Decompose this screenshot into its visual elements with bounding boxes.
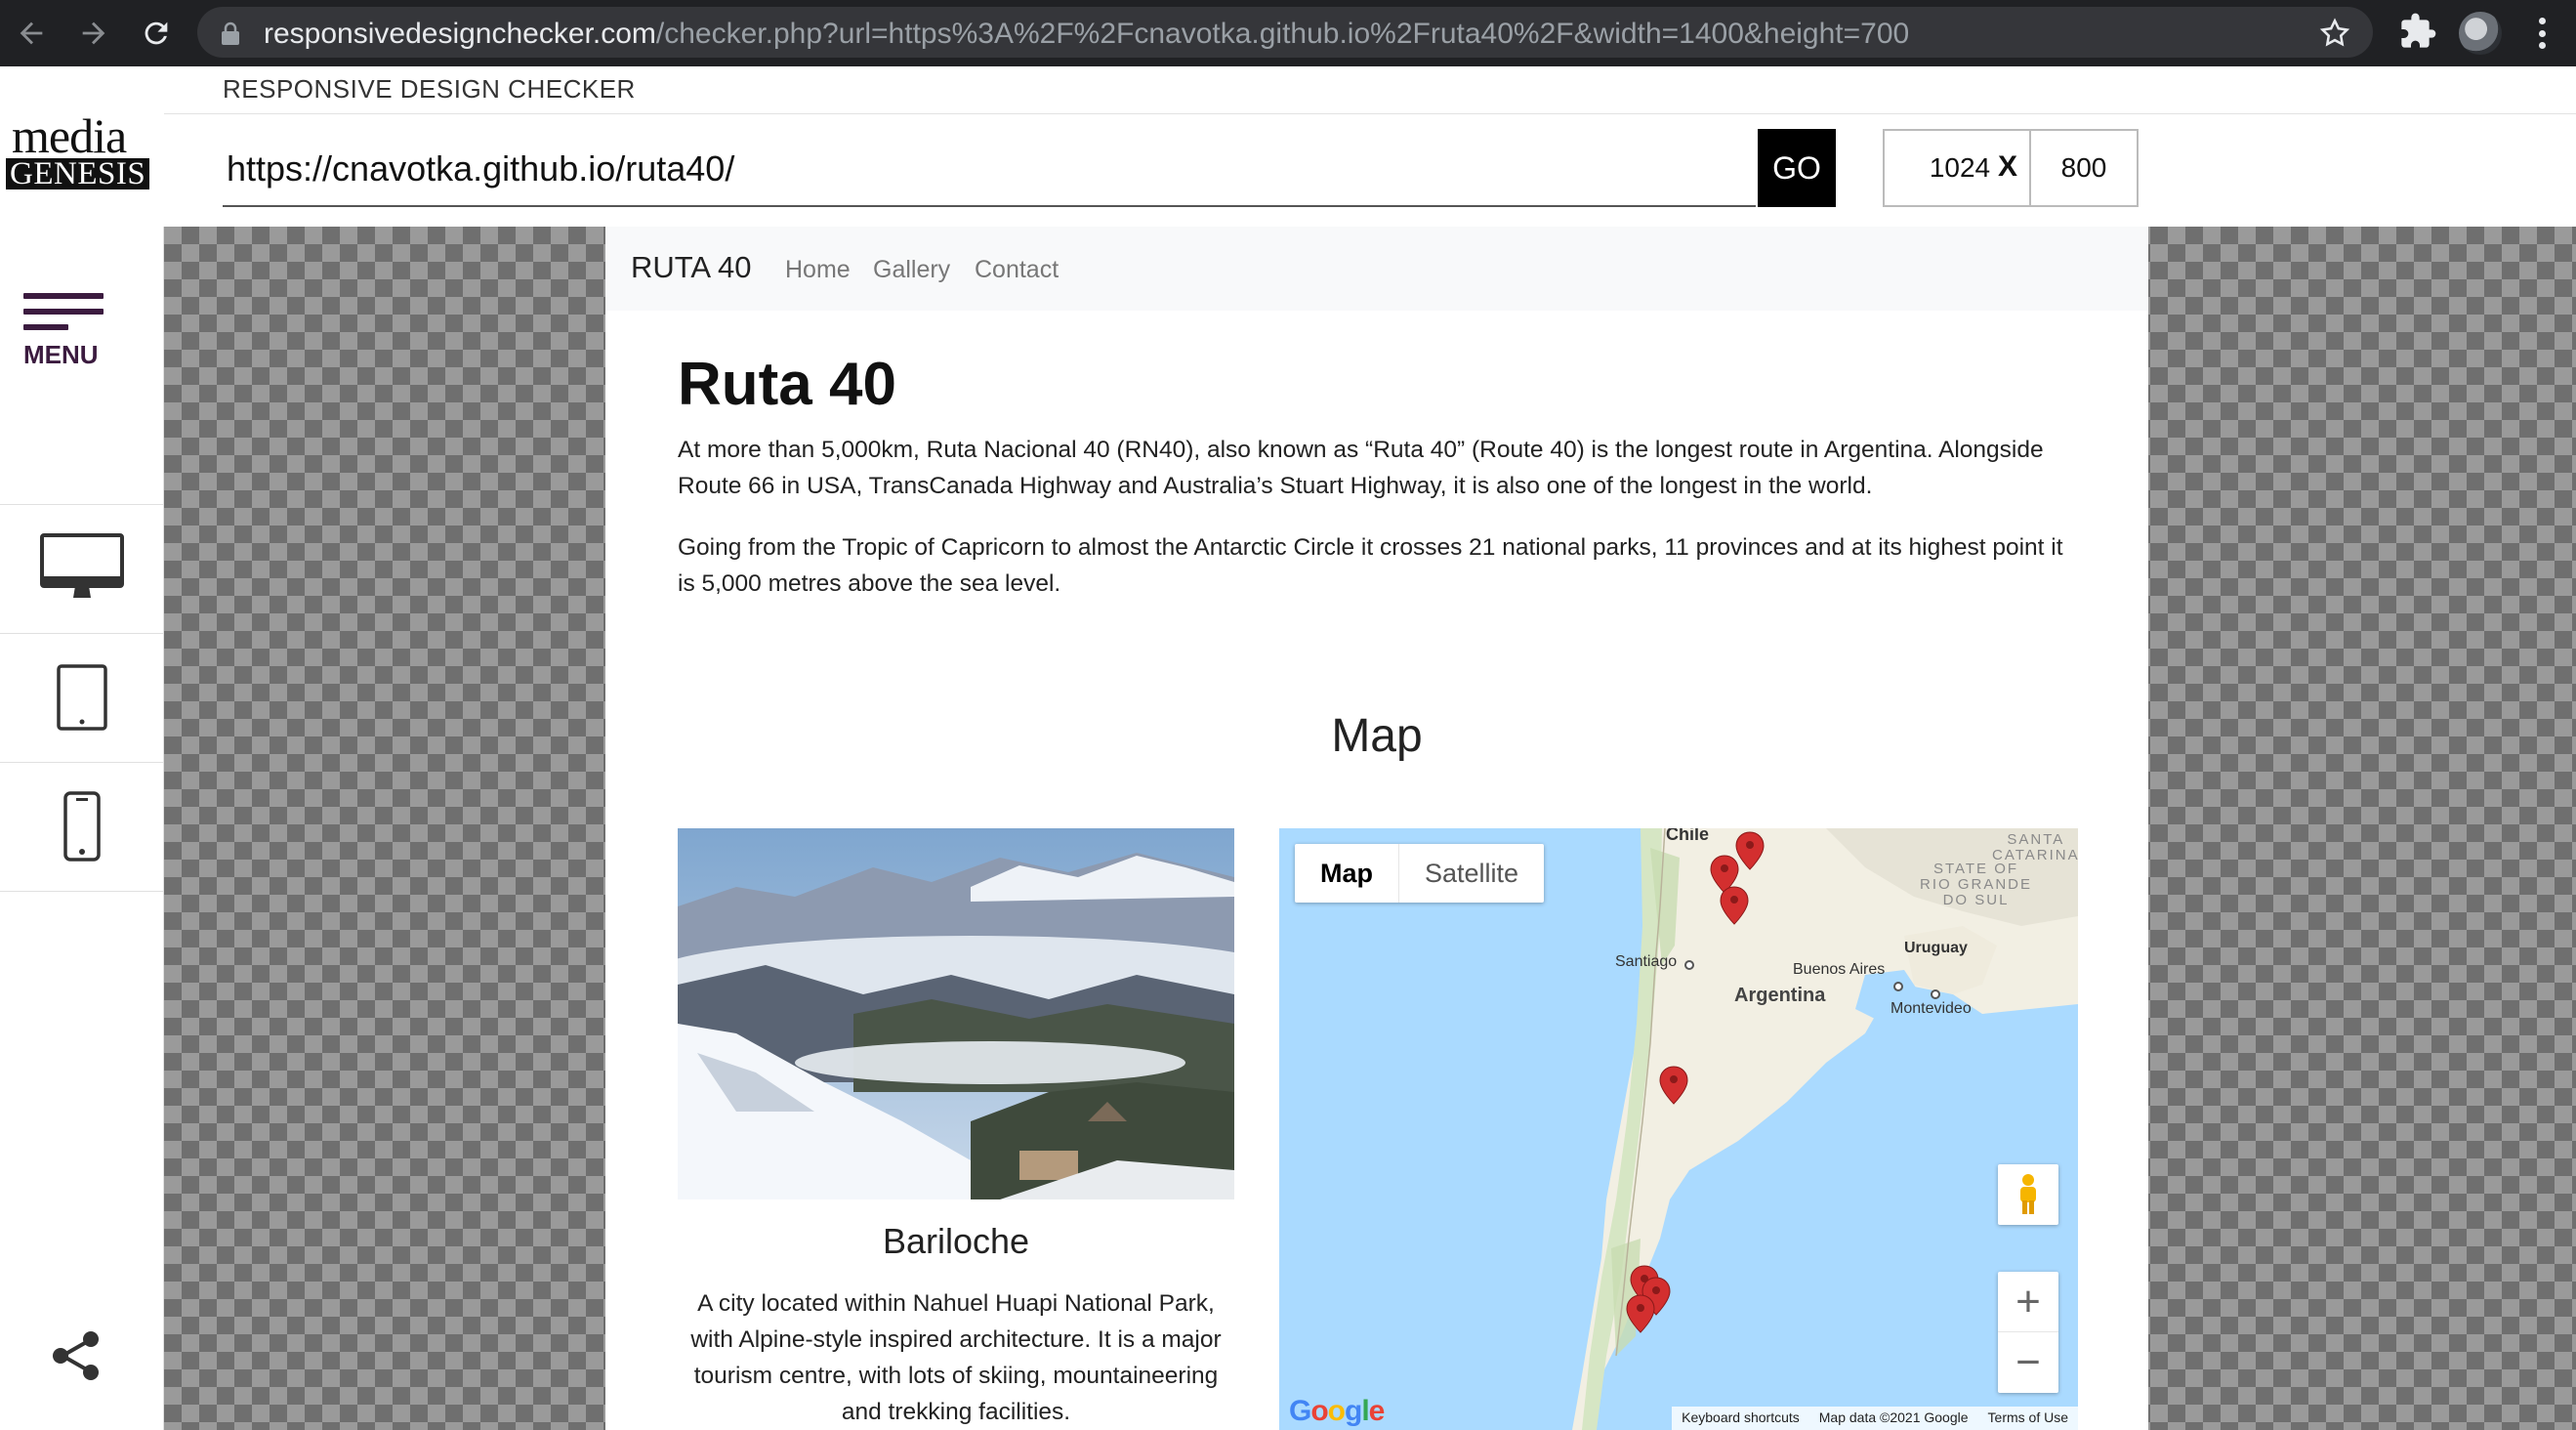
map-footer: Keyboard shortcuts Map data ©2021 Google…	[1672, 1407, 2078, 1430]
reload-icon	[145, 21, 168, 45]
map-label-santa-catarina: SANTA CATARINA	[1992, 831, 2078, 863]
site-navbar: RUTA 40 Home Gallery Contact	[605, 227, 2148, 311]
tablet-device-button[interactable]	[0, 633, 164, 761]
google-logo[interactable]: Google	[1289, 1395, 1385, 1428]
map-section-heading: Map	[1331, 710, 1423, 762]
zoom-control: + −	[1998, 1272, 2058, 1393]
page-title: Ruta 40	[678, 351, 896, 418]
media-genesis-logo[interactable]: media GENESIS	[6, 111, 150, 190]
checker-title: RESPONSIVE DESIGN CHECKER	[223, 74, 636, 104]
lock-icon	[222, 21, 239, 45]
back-button[interactable]	[8, 10, 55, 57]
arrow-right-icon	[82, 21, 105, 45]
address-bar[interactable]: responsivedesignchecker.com/checker.php?…	[197, 7, 2373, 58]
bookmark-star-icon[interactable]	[2318, 17, 2351, 50]
keyboard-shortcuts-link[interactable]: Keyboard shortcuts	[1672, 1407, 1809, 1430]
browser-toolbar: responsivedesignchecker.com/checker.php?…	[0, 0, 2576, 66]
header-divider	[164, 113, 2576, 114]
map-label-argentina: Argentina	[1734, 985, 1826, 1006]
reload-button[interactable]	[133, 10, 180, 57]
height-input[interactable]	[2029, 129, 2139, 207]
address-url: responsivedesignchecker.com/checker.php?…	[264, 18, 1910, 50]
intro-paragraph: At more than 5,000km, Ruta Nacional 40 (…	[678, 437, 2044, 499]
map-data-attribution: Map data ©2021 Google	[1818, 1409, 1969, 1425]
map-type-map-button[interactable]: Map	[1295, 844, 1399, 903]
nav-link-home[interactable]: Home	[785, 256, 851, 284]
nav-link-gallery[interactable]: Gallery	[873, 256, 950, 284]
arrow-left-icon	[20, 21, 43, 45]
map-label-buenos-aires: Buenos Aires	[1793, 961, 1886, 978]
sidebar-divider	[0, 891, 164, 892]
terms-of-use-link[interactable]: Terms of Use	[1978, 1407, 2078, 1430]
map-land	[1572, 828, 2078, 1430]
desktop-monitor-icon	[40, 533, 124, 598]
site-brand[interactable]: RUTA 40	[631, 250, 751, 285]
map-type-control: Map Satellite	[1295, 844, 1545, 903]
zoom-in-button[interactable]: +	[1998, 1272, 2058, 1332]
map-label-santiago: Santiago	[1615, 953, 1678, 970]
dimension-separator: X	[1998, 150, 2018, 183]
bariloche-photo	[678, 828, 1234, 1199]
card-title: Bariloche	[882, 1221, 1030, 1261]
map-label-chile: Chile	[1666, 828, 1710, 844]
profile-avatar[interactable]	[2459, 12, 2502, 55]
street-view-pegman[interactable]	[1998, 1164, 2058, 1225]
extensions-puzzle-icon[interactable]	[2398, 12, 2437, 51]
phone-device-button[interactable]	[0, 762, 164, 890]
forward-button[interactable]	[70, 10, 117, 57]
go-button[interactable]: GO	[1758, 129, 1836, 207]
zoom-out-button[interactable]: −	[1998, 1332, 2058, 1393]
card-description: A city located within Nahuel Huapi Natio…	[690, 1290, 1222, 1425]
pegman-icon	[2020, 1174, 2036, 1214]
desktop-device-button[interactable]	[0, 504, 164, 632]
menu-button[interactable]: MENU	[23, 293, 111, 370]
google-map[interactable]: Map Satellite Chile Santiago Argentina B…	[1279, 828, 2078, 1430]
smartphone-icon	[63, 791, 101, 862]
facts-paragraph: Going from the Tropic of Capricorn to al…	[678, 534, 2063, 597]
share-icon[interactable]	[49, 1328, 104, 1383]
map-type-satellite-button[interactable]: Satellite	[1399, 844, 1544, 903]
hamburger-icon	[23, 293, 104, 299]
url-input[interactable]	[223, 133, 1756, 207]
tablet-icon	[57, 664, 107, 731]
browser-menu-icon[interactable]	[2527, 14, 2556, 53]
menu-label: MENU	[23, 340, 99, 369]
map-label-rio-grande: STATE OF RIO GRANDE DO SUL	[1920, 861, 2033, 908]
map-label-uruguay: Uruguay	[1904, 940, 1968, 956]
map-label-montevideo: Montevideo	[1890, 1000, 1972, 1017]
preview-frame: RUTA 40 Home Gallery Contact Ruta 40 At …	[605, 227, 2148, 1430]
sidebar: MENU	[0, 227, 164, 1430]
nav-link-contact[interactable]: Contact	[975, 256, 1059, 284]
